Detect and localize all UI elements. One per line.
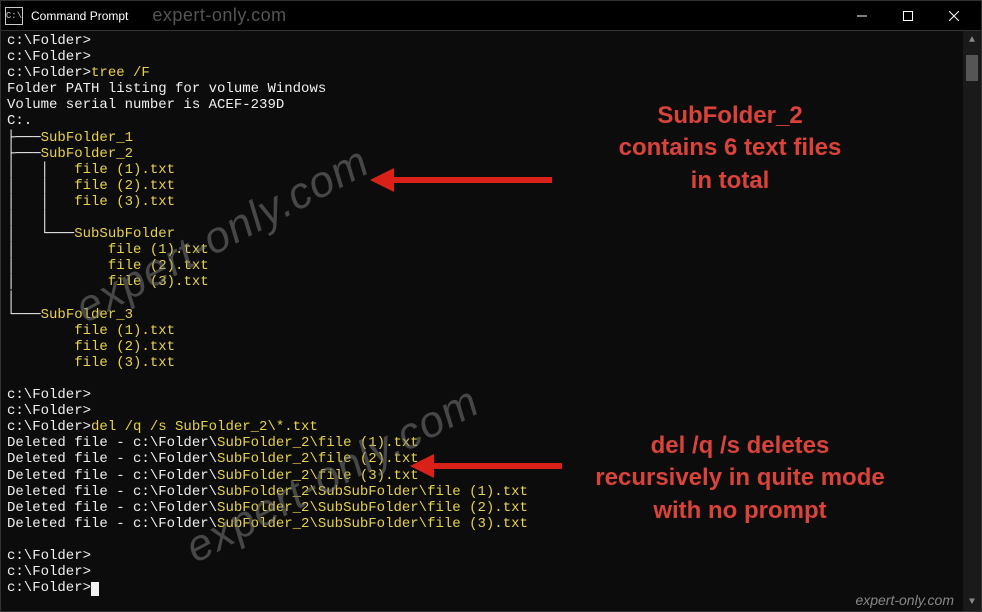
prompt: c:\Folder> — [7, 580, 91, 596]
prompt: c:\Folder> — [7, 387, 91, 403]
tree-line: ├───SubFolder_1 — [7, 130, 957, 146]
output-line: C:. — [7, 113, 957, 129]
prompt: c:\Folder> — [7, 419, 91, 435]
tree-line: │ file (1).txt — [7, 242, 957, 258]
command-prompt-window: C:\ Command Prompt expert-only.com c:\Fo… — [0, 0, 982, 612]
tree-line: file (1).txt — [7, 323, 957, 339]
scrollbar[interactable]: ▲ ▼ — [963, 31, 981, 611]
deleted-line: Deleted file - c:\Folder\SubFolder_2\fil… — [7, 468, 957, 484]
prompt: c:\Folder> — [7, 564, 91, 580]
watermark-footer: expert-only.com — [855, 592, 954, 608]
minimize-button[interactable] — [839, 1, 885, 30]
tree-line: │ └───SubSubFolder — [7, 226, 957, 242]
deleted-line: Deleted file - c:\Folder\SubFolder_2\Sub… — [7, 484, 957, 500]
deleted-line: Deleted file - c:\Folder\SubFolder_2\Sub… — [7, 500, 957, 516]
tree-line: │ │ file (1).txt — [7, 162, 957, 178]
command-text: del /q /s SubFolder_2\*.txt — [91, 419, 318, 435]
prompt: c:\Folder> — [7, 65, 91, 81]
tree-line: │ file (2).txt — [7, 258, 957, 274]
deleted-line: Deleted file - c:\Folder\SubFolder_2\fil… — [7, 435, 957, 451]
deleted-line: Deleted file - c:\Folder\SubFolder_2\fil… — [7, 451, 957, 467]
cursor — [91, 582, 99, 596]
tree-line: file (3).txt — [7, 355, 957, 371]
tree-line: ├───SubFolder_2 — [7, 146, 957, 162]
output-line: Volume serial number is ACEF-239D — [7, 97, 957, 113]
prompt: c:\Folder> — [7, 403, 91, 419]
tree-line: │ — [7, 291, 957, 307]
maximize-button[interactable] — [885, 1, 931, 30]
tree-line: │ file (3).txt — [7, 274, 957, 290]
scroll-up-icon[interactable]: ▲ — [963, 31, 981, 49]
terminal-area: c:\Folder>c:\Folder>c:\Folder>tree /FFol… — [1, 31, 981, 611]
command-text: tree /F — [91, 65, 150, 81]
tree-line: file (2).txt — [7, 339, 957, 355]
tree-line: │ │ file (3).txt — [7, 194, 957, 210]
scrollbar-track[interactable] — [963, 49, 981, 593]
close-button[interactable] — [931, 1, 977, 30]
prompt: c:\Folder> — [7, 49, 91, 65]
output-line: Folder PATH listing for volume Windows — [7, 81, 957, 97]
window-title: Command Prompt — [31, 9, 128, 23]
tree-line: └───SubFolder_3 — [7, 307, 957, 323]
scroll-down-icon[interactable]: ▼ — [963, 593, 981, 611]
window-controls — [839, 1, 977, 30]
tree-line: │ │ — [7, 210, 957, 226]
titlebar-watermark: expert-only.com — [152, 5, 286, 26]
deleted-line: Deleted file - c:\Folder\SubFolder_2\Sub… — [7, 516, 957, 532]
terminal-output[interactable]: c:\Folder>c:\Folder>c:\Folder>tree /FFol… — [1, 31, 963, 611]
cmd-icon: C:\ — [5, 7, 23, 25]
scrollbar-thumb[interactable] — [966, 55, 978, 81]
prompt: c:\Folder> — [7, 33, 91, 49]
titlebar[interactable]: C:\ Command Prompt expert-only.com — [1, 1, 981, 31]
tree-line: │ │ file (2).txt — [7, 178, 957, 194]
prompt: c:\Folder> — [7, 548, 91, 564]
